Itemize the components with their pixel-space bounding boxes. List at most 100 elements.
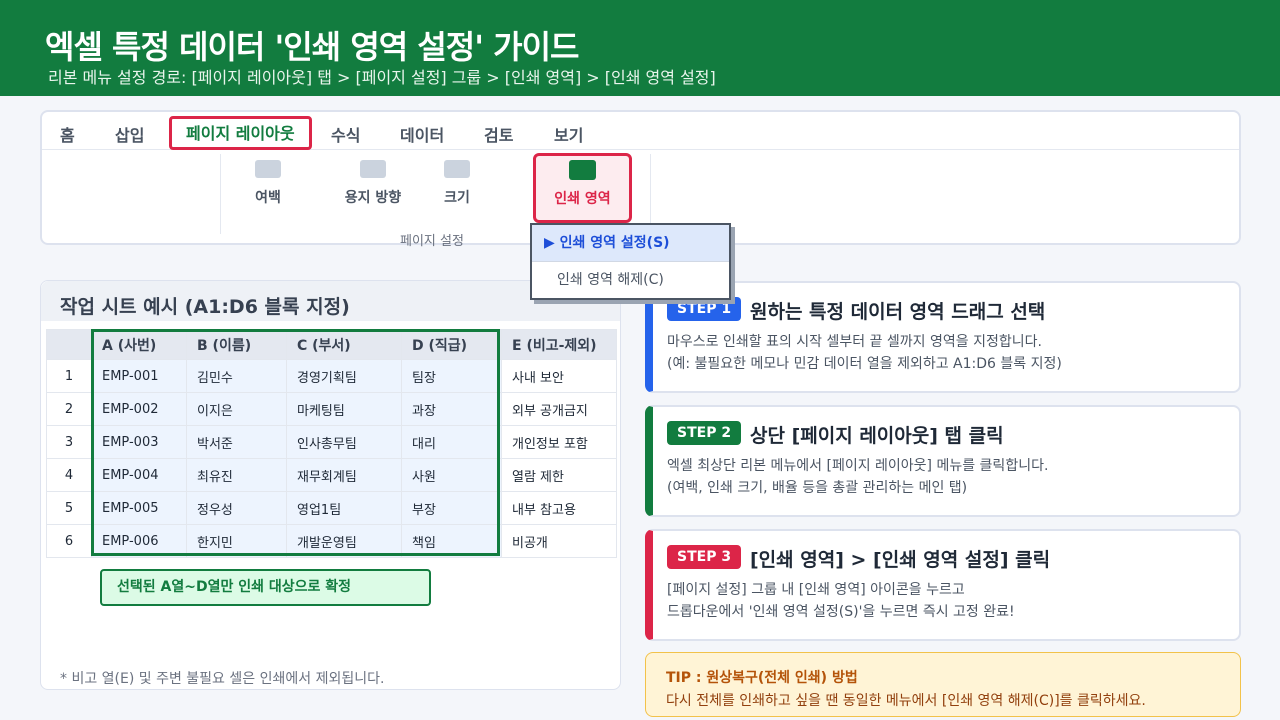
tab-data[interactable]: 데이터 (400, 122, 444, 146)
tab-insert[interactable]: 삽입 (115, 122, 144, 146)
table-cell[interactable]: 과장 (401, 392, 502, 426)
orientation-label: 용지 방향 (344, 190, 402, 206)
row-number: 1 (46, 359, 92, 393)
tip-title: TIP : 원상복구(전체 인쇄) 방법 (666, 670, 858, 686)
table-cell[interactable]: EMP-002 (91, 392, 187, 426)
row-number: 3 (46, 425, 92, 459)
table-cell[interactable]: EMP-006 (91, 524, 187, 558)
ribbon-tab-bar: 홈 삽입 페이지 레이아웃 수식 데이터 검토 보기 (42, 112, 1239, 150)
step-title: 원하는 특정 데이터 영역 드래그 선택 (750, 301, 1046, 323)
step-description: [페이지 설정] 그룹 내 [인쇄 영역] 아이콘을 누르고 (667, 582, 965, 598)
worksheet-footnote: * 비고 열(E) 및 주변 불필요 셀은 인쇄에서 제외됩니다. (60, 671, 385, 687)
table-cell[interactable]: EMP-005 (91, 491, 187, 525)
step-title: 상단 [페이지 레이아웃] 탭 클릭 (750, 425, 1004, 447)
table-cell[interactable]: 책임 (401, 524, 502, 558)
table-cell[interactable]: EMP-004 (91, 458, 187, 492)
tab-formulas[interactable]: 수식 (331, 122, 360, 146)
size-label: 크기 (444, 190, 470, 206)
ribbon-path-subtitle: 리본 메뉴 설정 경로: [페이지 레이아웃] 탭 > [페이지 설정] 그룹 … (48, 68, 716, 87)
table-row: 2 EMP-002 이지은 마케팅팀 과장 외부 공개금지 (46, 392, 617, 426)
ribbon-group-divider (220, 154, 221, 234)
page-setup-group-label: 페이지 설정 (400, 234, 464, 249)
table-header-row: A (사번) B (이름) C (부서) D (직급) E (비고-제외) (46, 329, 617, 360)
tip-box: TIP : 원상복구(전체 인쇄) 방법 다시 전체를 인쇄하고 싶을 땐 동일… (645, 652, 1241, 717)
print-area-label: 인쇄 영역 (554, 191, 611, 207)
table-cell[interactable]: 대리 (401, 425, 502, 459)
set-print-area-item[interactable]: ▶ 인쇄 영역 설정(S) (532, 225, 729, 262)
orientation-button[interactable]: 용지 방향 (339, 160, 407, 207)
row-number: 2 (46, 392, 92, 426)
table-cell[interactable]: 영업1팀 (286, 491, 402, 525)
step-description: 드롭다운에서 '인쇄 영역 설정(S)'을 누르면 즉시 고정 완료! (667, 604, 1015, 620)
step-badge: STEP 3 (667, 545, 742, 569)
step-1-card: STEP 1 원하는 특정 데이터 영역 드래그 선택 마우스로 인쇄할 표의 … (645, 281, 1241, 393)
table-cell[interactable]: 열람 제한 (501, 458, 617, 492)
size-icon (444, 160, 470, 178)
tip-text: 다시 전체를 인쇄하고 싶을 땐 동일한 메뉴에서 [인쇄 영역 해제(C)]를… (666, 693, 1146, 709)
table-row: 1 EMP-001 김민수 경영기획팀 팀장 사내 보안 (46, 359, 617, 393)
print-area-button[interactable]: 인쇄 영역 (533, 153, 632, 223)
margins-button[interactable]: 여백 (244, 160, 292, 207)
ribbon-group-divider (650, 154, 651, 234)
column-header[interactable]: E (비고-제외) (501, 329, 617, 360)
table-cell[interactable]: 정우성 (186, 491, 287, 525)
table-cell[interactable]: 인사총무팀 (286, 425, 402, 459)
size-button[interactable]: 크기 (440, 160, 474, 207)
table-cell[interactable]: 비공개 (501, 524, 617, 558)
table-cell[interactable]: 재무회계팀 (286, 458, 402, 492)
column-header[interactable]: D (직급) (401, 329, 502, 360)
orientation-icon (360, 160, 386, 178)
table-cell[interactable]: 김민수 (186, 359, 287, 393)
step-title: [인쇄 영역] > [인쇄 영역 설정] 클릭 (750, 549, 1051, 571)
selection-confirm-badge: 선택된 A열~D열만 인쇄 대상으로 확정 (100, 569, 431, 606)
table-row: 5 EMP-005 정우성 영업1팀 부장 내부 참고용 (46, 491, 617, 525)
table-cell[interactable]: 경영기획팀 (286, 359, 402, 393)
step-badge: STEP 2 (667, 421, 742, 445)
column-header[interactable]: A (사번) (91, 329, 187, 360)
step-badge: STEP 1 (667, 297, 742, 321)
table-row: 3 EMP-003 박서준 인사총무팀 대리 개인정보 포함 (46, 425, 617, 459)
table-cell[interactable]: 한지민 (186, 524, 287, 558)
table-row: 6 EMP-006 한지민 개발운영팀 책임 비공개 (46, 524, 617, 558)
clear-print-area-item[interactable]: 인쇄 영역 해제(C) (532, 262, 729, 299)
table-cell[interactable]: 외부 공개금지 (501, 392, 617, 426)
column-header[interactable]: B (이름) (186, 329, 287, 360)
table-cell[interactable]: 부장 (401, 491, 502, 525)
tab-review[interactable]: 검토 (484, 122, 513, 146)
row-number: 6 (46, 524, 92, 558)
table-cell[interactable]: 최유진 (186, 458, 287, 492)
header-banner: 엑셀 특정 데이터 '인쇄 영역 설정' 가이드 리본 메뉴 설정 경로: [페… (0, 0, 1280, 96)
row-number: 4 (46, 458, 92, 492)
margins-icon (255, 160, 281, 178)
table-cell[interactable]: 마케팅팀 (286, 392, 402, 426)
print-area-dropdown: ▶ 인쇄 영역 설정(S) 인쇄 영역 해제(C) (530, 223, 731, 300)
worksheet-title: 작업 시트 예시 (A1:D6 블록 지정) (60, 296, 350, 318)
step-description: 마우스로 인쇄할 표의 시작 셀부터 끝 셀까지 영역을 지정합니다. (667, 334, 1042, 350)
column-header[interactable]: C (부서) (286, 329, 402, 360)
table-row: 4 EMP-004 최유진 재무회계팀 사원 열람 제한 (46, 458, 617, 492)
table-cell[interactable]: 개발운영팀 (286, 524, 402, 558)
worksheet-example-card: 작업 시트 예시 (A1:D6 블록 지정) A (사번) B (이름) C (… (40, 280, 621, 690)
table-cell[interactable]: 이지은 (186, 392, 287, 426)
table-cell[interactable]: 내부 참고용 (501, 491, 617, 525)
step-3-card: STEP 3 [인쇄 영역] > [인쇄 영역 설정] 클릭 [페이지 설정] … (645, 529, 1241, 641)
table-cell[interactable]: 팀장 (401, 359, 502, 393)
tab-view[interactable]: 보기 (554, 122, 583, 146)
step-2-card: STEP 2 상단 [페이지 레이아웃] 탭 클릭 엑셀 최상단 리본 메뉴에서… (645, 405, 1241, 517)
table-cell[interactable]: 사원 (401, 458, 502, 492)
table-cell[interactable]: 사내 보안 (501, 359, 617, 393)
table-cell[interactable]: EMP-003 (91, 425, 187, 459)
worksheet-table: A (사번) B (이름) C (부서) D (직급) E (비고-제외) 1 … (46, 329, 617, 558)
table-cell[interactable]: 박서준 (186, 425, 287, 459)
print-area-icon (569, 160, 596, 180)
row-number-header (46, 329, 92, 360)
tab-home[interactable]: 홈 (60, 122, 75, 146)
step-description: (예: 불필요한 메모나 민감 데이터 열을 제외하고 A1:D6 블록 지정) (667, 356, 1062, 372)
table-cell[interactable]: EMP-001 (91, 359, 187, 393)
tab-page-layout[interactable]: 페이지 레이아웃 (169, 116, 312, 150)
table-cell[interactable]: 개인정보 포함 (501, 425, 617, 459)
step-description: (여백, 인쇄 크기, 배율 등을 총괄 관리하는 메인 탭) (667, 480, 968, 496)
row-number: 5 (46, 491, 92, 525)
page-title: 엑셀 특정 데이터 '인쇄 영역 설정' 가이드 (45, 28, 579, 66)
step-description: 엑셀 최상단 리본 메뉴에서 [페이지 레이아웃] 메뉴를 클릭합니다. (667, 458, 1049, 474)
